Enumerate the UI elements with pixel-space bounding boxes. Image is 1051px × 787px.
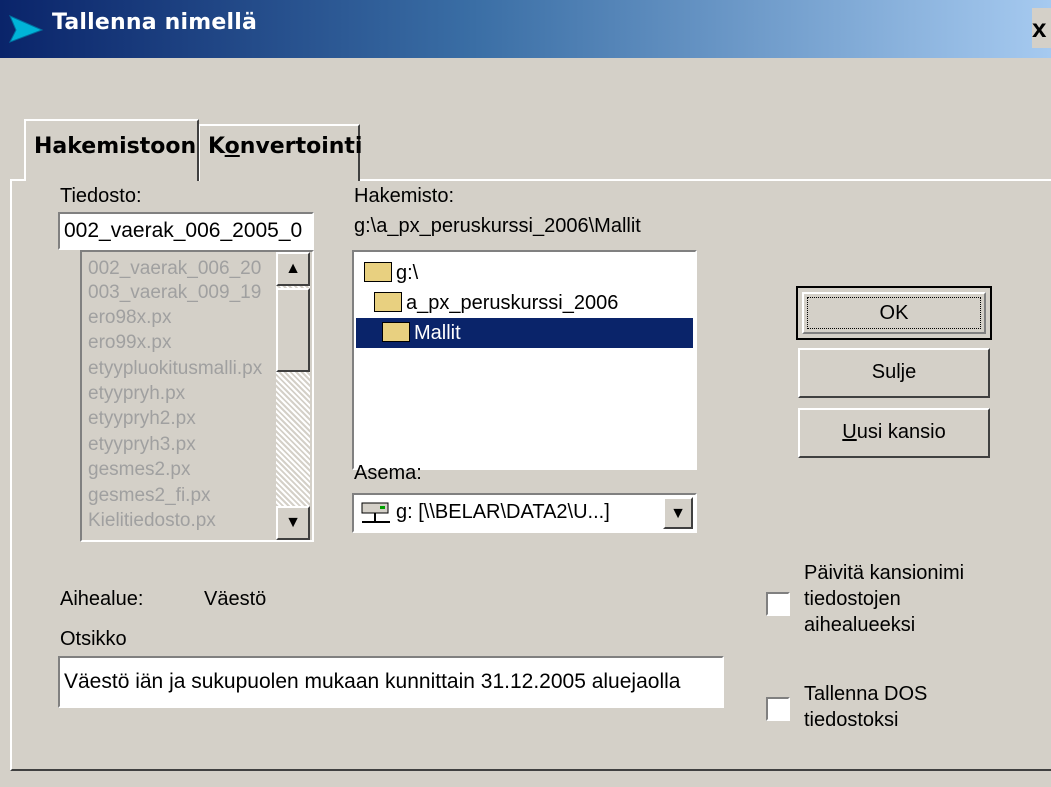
ok-label: OK <box>802 292 986 334</box>
dropdown-arrow-icon[interactable]: ▼ <box>663 497 693 529</box>
tree-item-root[interactable]: g:\ <box>364 258 418 288</box>
heading-input[interactable]: Väestö iän ja sukupuolen mukaan kunnitta… <box>58 656 724 708</box>
directory-path: g:\a_px_peruskurssi_2006\Mallit <box>354 215 641 237</box>
drive-select[interactable]: g: [\\BELAR\DATA2\U...] ▼ <box>352 493 697 533</box>
close-dialog-button[interactable]: Sulje <box>798 348 990 398</box>
list-item[interactable]: ero98x.px <box>88 307 171 329</box>
list-item[interactable]: Kielitiedosto.px <box>88 510 216 532</box>
open-folder-icon <box>364 261 392 282</box>
tab-hakemistoon[interactable]: Hakemistoon <box>24 119 199 181</box>
network-drive-icon <box>361 502 390 523</box>
list-item[interactable]: etyypryh3.px <box>88 434 196 456</box>
app-icon <box>8 15 44 43</box>
file-label: Tiedosto: <box>60 185 142 207</box>
new-folder-button[interactable]: Uusi kansio <box>798 408 990 458</box>
list-item[interactable]: etyypryh2.px <box>88 408 196 430</box>
file-list-scrollbar[interactable]: ▲ ▼ <box>276 252 310 540</box>
scroll-down-icon[interactable]: ▼ <box>276 506 310 540</box>
list-item[interactable]: etyypryh.px <box>88 383 185 405</box>
directory-label: Hakemisto: <box>354 185 455 207</box>
open-folder-icon <box>374 291 402 312</box>
subject-value: Väestö <box>204 588 267 610</box>
list-item[interactable]: gesmes2_fi.px <box>88 485 211 507</box>
save-dos-checkbox[interactable] <box>766 697 790 721</box>
list-item[interactable]: ero99x.px <box>88 332 171 354</box>
close-button[interactable]: x <box>1032 8 1051 48</box>
drive-label: Asema: <box>354 462 422 484</box>
tree-item-mallit[interactable]: Mallit <box>356 318 693 348</box>
tab-konvertointi[interactable]: Konvertointi <box>198 124 363 181</box>
list-item[interactable]: 003_vaerak_009_19 <box>88 282 261 304</box>
update-folder-checkbox[interactable] <box>766 592 790 616</box>
scroll-thumb[interactable] <box>276 288 310 372</box>
save-dos-label: Tallenna DOS tiedostoksi <box>804 683 928 731</box>
file-name-input[interactable]: 002_vaerak_006_2005_0 <box>58 212 314 250</box>
update-folder-label: Päivitä kansionimi tiedostojen aihealuee… <box>804 562 965 636</box>
list-item[interactable]: gesmes2.px <box>88 459 190 481</box>
tab-label: Hakemistoon <box>34 134 197 159</box>
close-icon[interactable]: x <box>1032 13 1046 43</box>
subject-label: Aihealue: <box>60 588 144 610</box>
open-folder-icon <box>382 321 410 342</box>
list-item[interactable]: 002_vaerak_006_20 <box>88 258 261 280</box>
heading-label: Otsikko <box>60 628 127 650</box>
window-title: Tallenna nimellä <box>52 10 258 35</box>
ok-button[interactable]: OK <box>796 286 992 340</box>
directory-tree[interactable]: g:\ a_px_peruskurssi_2006 Mallit <box>352 250 697 470</box>
scroll-up-icon[interactable]: ▲ <box>276 252 310 286</box>
list-item[interactable]: etyypluokitusmalli.px <box>88 358 262 380</box>
drive-value: g: [\\BELAR\DATA2\U...] <box>396 501 610 523</box>
tab-label: Konvertointi <box>208 134 363 159</box>
tree-item-course[interactable]: a_px_peruskurssi_2006 <box>374 288 618 318</box>
